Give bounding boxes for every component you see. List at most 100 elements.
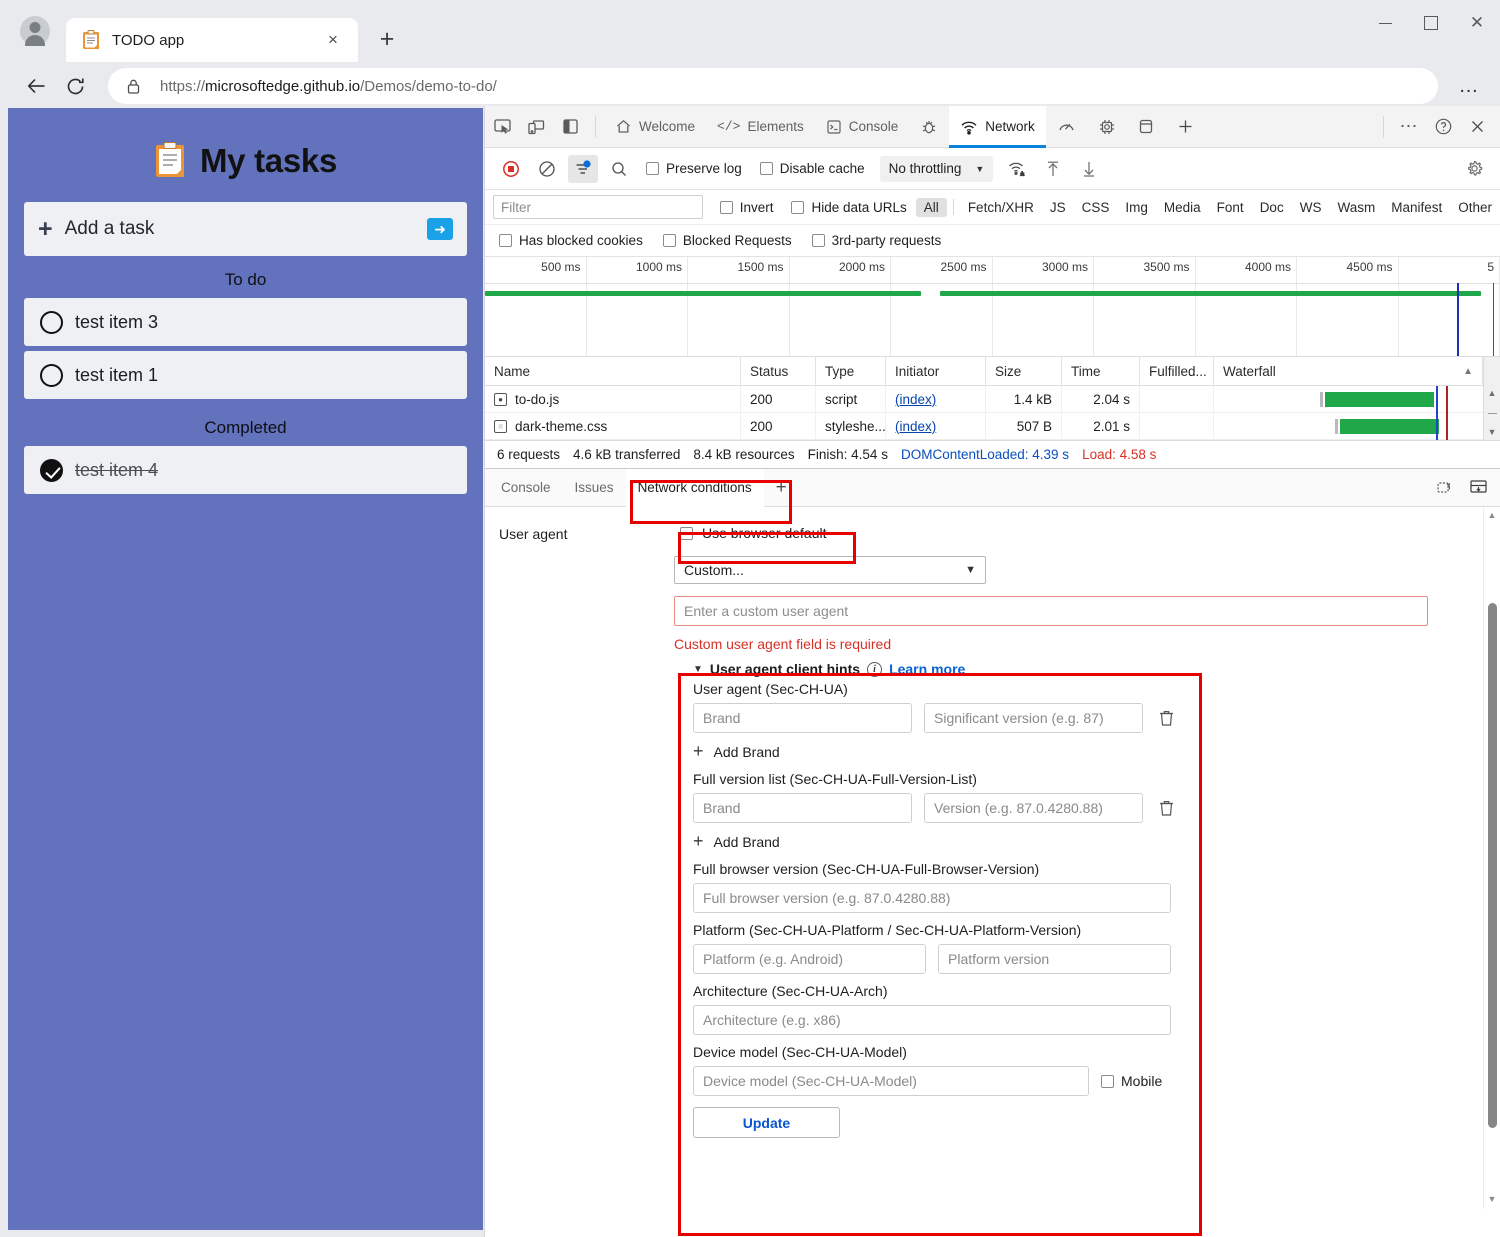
brand-input[interactable]: Brand (693, 793, 912, 823)
add-brand-button[interactable]: + Add Brand (693, 741, 1183, 762)
more-tabs-plus-icon[interactable] (1165, 106, 1206, 148)
has-blocked-cookies-checkbox[interactable]: Has blocked cookies (499, 233, 643, 248)
brand-input[interactable]: Brand (693, 703, 912, 733)
tab-issues[interactable] (909, 106, 949, 148)
delete-icon[interactable] (1155, 707, 1177, 729)
dock-bottom-icon[interactable] (1469, 478, 1488, 498)
initiator-link[interactable]: (index) (895, 419, 936, 434)
checkbox-box[interactable] (812, 234, 825, 247)
delete-icon[interactable] (1155, 797, 1177, 819)
device-toolbar-icon[interactable] (519, 112, 553, 142)
preserve-log-checkbox[interactable]: Preserve log (646, 161, 742, 176)
scroll-down-icon[interactable]: ▼ (1488, 1191, 1497, 1207)
cell-initiator[interactable]: (index) (886, 413, 986, 440)
info-icon[interactable]: i (867, 662, 882, 677)
scroll-up-icon[interactable]: ▲ (1488, 386, 1497, 401)
close-devtools-icon[interactable] (1460, 112, 1494, 142)
checkbox-box[interactable] (499, 234, 512, 247)
filter-type-media[interactable]: Media (1156, 198, 1209, 217)
back-icon[interactable] (18, 67, 56, 105)
initiator-link[interactable]: (index) (895, 392, 936, 407)
filter-type-manifest[interactable]: Manifest (1383, 198, 1450, 217)
list-item[interactable]: test item 1 (24, 351, 467, 399)
filter-type-all[interactable]: All (916, 198, 947, 217)
minimize-icon[interactable] (1362, 0, 1408, 46)
hide-data-urls-checkbox[interactable]: Hide data URLs (791, 200, 906, 215)
version-input[interactable]: Version (e.g. 87.0.4280.88) (924, 793, 1143, 823)
reload-icon[interactable] (56, 67, 94, 105)
search-icon[interactable] (604, 155, 634, 183)
mobile-checkbox[interactable]: Mobile (1101, 1073, 1162, 1089)
help-icon[interactable] (1426, 112, 1460, 142)
requests-scrollbar[interactable]: ▲ ▼ (1483, 386, 1500, 440)
checkbox-box[interactable] (663, 234, 676, 247)
task-checkbox[interactable] (40, 311, 63, 334)
inspect-icon[interactable] (485, 112, 519, 142)
close-icon[interactable]: × (320, 27, 346, 53)
learn-more-link[interactable]: Learn more (889, 661, 965, 677)
disable-cache-checkbox[interactable]: Disable cache (760, 161, 865, 176)
maximize-icon[interactable] (1408, 0, 1454, 46)
custom-user-agent-input[interactable]: Enter a custom user agent (674, 596, 1428, 626)
column-header-waterfall[interactable]: Waterfall ▲ (1214, 357, 1483, 386)
drawer-tab-network-conditions[interactable]: Network conditions (626, 469, 764, 507)
platform-input[interactable]: Platform (e.g. Android) (693, 944, 926, 974)
list-item[interactable]: test item 3 (24, 298, 467, 346)
import-har-icon[interactable] (1038, 155, 1068, 183)
network-overview-timeline[interactable]: 500 ms 1000 ms 1500 ms 2000 ms 2500 ms 3… (485, 257, 1500, 357)
checkbox-box[interactable] (1101, 1075, 1114, 1088)
tab-performance[interactable] (1046, 106, 1087, 148)
filter-type-other[interactable]: Other (1450, 198, 1500, 217)
scrollbar-thumb[interactable] (1488, 413, 1497, 414)
user-agent-preset-select[interactable]: Custom... ▼ (674, 556, 986, 584)
gear-icon[interactable] (1459, 155, 1489, 183)
column-header-time[interactable]: Time (1062, 357, 1140, 386)
more-options-icon[interactable]: ⋯ (1392, 112, 1426, 142)
checkbox-box[interactable] (760, 162, 773, 175)
tab-console[interactable]: Console (815, 106, 910, 148)
filter-type-js[interactable]: JS (1042, 198, 1074, 217)
filter-icon[interactable] (568, 155, 598, 183)
column-header-name[interactable]: Name (485, 357, 741, 386)
filter-type-fetchxhr[interactable]: Fetch/XHR (960, 198, 1042, 217)
tab-network[interactable]: Network (949, 106, 1046, 148)
drawer-tab-console[interactable]: Console (489, 469, 563, 507)
task-checkbox[interactable] (40, 364, 63, 387)
significant-version-input[interactable]: Significant version (e.g. 87) (924, 703, 1143, 733)
column-header-status[interactable]: Status (741, 357, 816, 386)
filter-type-ws[interactable]: WS (1292, 198, 1330, 217)
checkbox-box[interactable] (791, 201, 804, 214)
drawer-add-tab-icon[interactable]: + (764, 469, 799, 507)
profile-avatar[interactable] (20, 16, 50, 46)
drawer-tab-issues[interactable]: Issues (563, 469, 626, 507)
filter-type-doc[interactable]: Doc (1252, 198, 1292, 217)
browser-more-icon[interactable]: … (1452, 69, 1486, 103)
address-bar[interactable]: https://microsoftedge.github.io/Demos/de… (108, 68, 1438, 104)
architecture-input[interactable]: Architecture (e.g. x86) (693, 1005, 1171, 1035)
task-checkbox[interactable] (40, 459, 63, 482)
table-row[interactable]: ● to-do.js 200 script (index) 1.4 kB 2.0… (485, 386, 1483, 413)
tab-memory[interactable] (1087, 106, 1127, 148)
record-stop-icon[interactable] (496, 155, 526, 183)
tab-elements[interactable]: </> Elements (706, 106, 815, 148)
filter-type-font[interactable]: Font (1209, 198, 1252, 217)
scroll-up-icon[interactable]: ▲ (1488, 507, 1497, 523)
client-hints-title-row[interactable]: ▼ User agent client hints i Learn more (693, 661, 1183, 677)
network-conditions-icon[interactable] (1002, 155, 1032, 183)
use-browser-default-checkbox[interactable]: Use browser default (674, 521, 833, 545)
column-header-size[interactable]: Size (986, 357, 1062, 386)
drawer-scrollbar[interactable]: ▲ ▼ (1483, 507, 1500, 1209)
browser-tab[interactable]: TODO app × (66, 18, 358, 62)
table-row[interactable]: ◽ dark-theme.css 200 styleshe... (index)… (485, 413, 1483, 440)
dock-side-icon[interactable] (553, 112, 587, 142)
restore-drawer-icon[interactable] (1436, 478, 1455, 498)
column-header-type[interactable]: Type (816, 357, 886, 386)
filter-type-css[interactable]: CSS (1074, 198, 1118, 217)
device-model-input[interactable]: Device model (Sec-CH-UA-Model) (693, 1066, 1089, 1096)
new-tab-button[interactable]: + (370, 22, 404, 56)
blocked-requests-checkbox[interactable]: Blocked Requests (663, 233, 792, 248)
column-header-fulfilled[interactable]: Fulfilled... (1140, 357, 1214, 386)
filter-input[interactable]: Filter (493, 195, 703, 219)
tab-application[interactable] (1127, 106, 1165, 148)
chevron-down-icon[interactable]: ▼ (693, 664, 703, 675)
